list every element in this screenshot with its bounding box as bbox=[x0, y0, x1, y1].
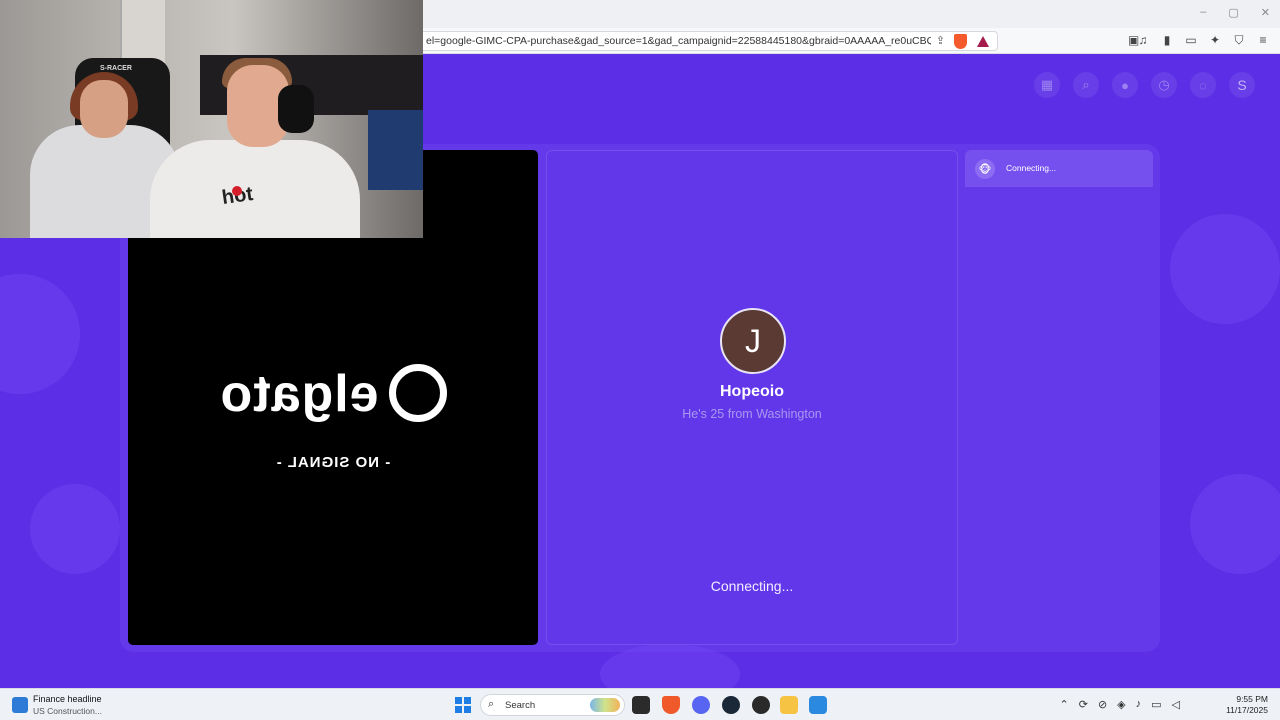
webcam-headset bbox=[278, 85, 314, 133]
steam-icon[interactable] bbox=[722, 696, 740, 714]
no-signal-text: - NO SIGNAL - bbox=[275, 454, 391, 471]
sidebar-icon[interactable]: ▮ bbox=[1160, 33, 1174, 48]
wallet-icon[interactable]: ▭ bbox=[1184, 33, 1198, 48]
connection-status: Connecting... bbox=[710, 578, 794, 594]
match-avatar: J bbox=[720, 308, 786, 374]
search-placeholder: Search bbox=[505, 700, 536, 711]
search-icon: ⌕ bbox=[488, 698, 495, 710]
discord-icon[interactable] bbox=[692, 696, 710, 714]
minimize-button[interactable]: – bbox=[1200, 6, 1206, 19]
gift-icon[interactable]: ▦ bbox=[1034, 72, 1060, 98]
media-icon[interactable]: ♫ bbox=[1136, 33, 1150, 48]
obs-icon[interactable] bbox=[752, 696, 770, 714]
chevron-up-icon[interactable]: ⌃ bbox=[1060, 698, 1069, 711]
taskbar-search[interactable]: ⌕ Search bbox=[480, 694, 625, 716]
maximize-button[interactable]: ▢ bbox=[1228, 6, 1238, 19]
webcam-overlay: S-RACER hot bbox=[0, 0, 423, 238]
clock-time: 9:55 PM bbox=[1236, 694, 1268, 704]
news-headline[interactable]: Finance headline bbox=[33, 694, 102, 704]
search-icon[interactable]: ⌕ bbox=[1073, 72, 1099, 98]
task-view-icon[interactable] bbox=[632, 696, 650, 714]
avatar-icon[interactable]: ● bbox=[1112, 72, 1138, 98]
chat-message-text: Connecting... bbox=[1006, 163, 1057, 173]
volume-icon[interactable]: ◁ bbox=[1172, 698, 1180, 711]
taskbar-clock[interactable]: 9:55 PM 11/17/2025 bbox=[1226, 694, 1268, 716]
profile-button[interactable]: S bbox=[1229, 72, 1255, 98]
toolbar-icons: ♫ ▮ ▭ ✦ ⛉ ≡ bbox=[1136, 33, 1270, 48]
bg-decoration bbox=[1190, 474, 1280, 574]
security-icon[interactable]: ⊘ bbox=[1098, 698, 1107, 711]
menu-icon[interactable]: ≡ bbox=[1256, 33, 1270, 48]
windows-taskbar: Finance headline US Construction... ⌕ Se… bbox=[0, 688, 1280, 720]
match-bio: He's 25 from Washington bbox=[682, 407, 822, 421]
brave-rewards-icon[interactable] bbox=[977, 36, 989, 47]
microphone-icon[interactable]: ♪ bbox=[1136, 698, 1142, 711]
chat-message: 🐵 Connecting... bbox=[965, 150, 1153, 187]
clock-date: 11/17/2025 bbox=[1226, 705, 1268, 715]
news-subtitle[interactable]: US Construction... bbox=[33, 706, 102, 716]
elgato-logo: elgato bbox=[128, 364, 538, 426]
elgato-logo-icon bbox=[388, 364, 447, 423]
bg-decoration bbox=[1170, 214, 1280, 324]
url-text[interactable]: el=google-GIMC-CPA-purchase&gad_source=1… bbox=[426, 35, 931, 47]
start-button[interactable] bbox=[455, 697, 471, 713]
address-bar[interactable]: el=google-GIMC-CPA-purchase&gad_source=1… bbox=[405, 31, 998, 51]
brave-shields-icon[interactable] bbox=[954, 34, 967, 49]
bg-decoration bbox=[0, 274, 80, 394]
vpn-shield-icon[interactable]: ⛉ bbox=[1232, 33, 1246, 48]
webcam-person-right-body bbox=[150, 140, 360, 238]
match-name: Hopeoio bbox=[720, 383, 784, 400]
top-nav: ▦ ⌕ ● ◷ ◌ S bbox=[1034, 72, 1255, 98]
webcam-monitor bbox=[368, 110, 423, 190]
file-explorer-icon[interactable] bbox=[780, 696, 798, 714]
vpn-icon[interactable]: ◈ bbox=[1117, 698, 1125, 711]
chat-panel: 🐵 Connecting... bbox=[965, 150, 1153, 645]
chat-icon[interactable]: ◌ bbox=[1190, 72, 1216, 98]
sync-icon[interactable]: ⟳ bbox=[1079, 698, 1088, 711]
brave-browser-icon[interactable] bbox=[662, 696, 680, 714]
chair-brand: S-RACER bbox=[100, 65, 132, 72]
display-icon[interactable]: ▭ bbox=[1151, 698, 1161, 711]
window-controls: – ▢ ✕ bbox=[1200, 6, 1270, 19]
monkey-avatar-icon: 🐵 bbox=[975, 159, 995, 179]
search-highlight-image bbox=[590, 698, 620, 712]
bg-decoration bbox=[30, 484, 120, 574]
close-window-button[interactable]: ✕ bbox=[1261, 6, 1270, 19]
microsoft-store-icon[interactable] bbox=[809, 696, 827, 714]
webcam-person-left-face bbox=[80, 80, 128, 138]
leo-ai-icon[interactable]: ✦ bbox=[1208, 33, 1222, 48]
system-tray: ⌃ ⟳ ⊘ ◈ ♪ ▭ ◁ bbox=[1060, 698, 1181, 711]
history-icon[interactable]: ◷ bbox=[1151, 72, 1177, 98]
elgato-brand: elgato bbox=[219, 365, 379, 423]
news-widget-icon[interactable] bbox=[12, 697, 28, 713]
match-panel: J Hopeoio He's 25 from Washington Connec… bbox=[546, 150, 958, 645]
share-icon[interactable]: ⇪ bbox=[936, 34, 945, 47]
heart-icon bbox=[232, 186, 242, 196]
